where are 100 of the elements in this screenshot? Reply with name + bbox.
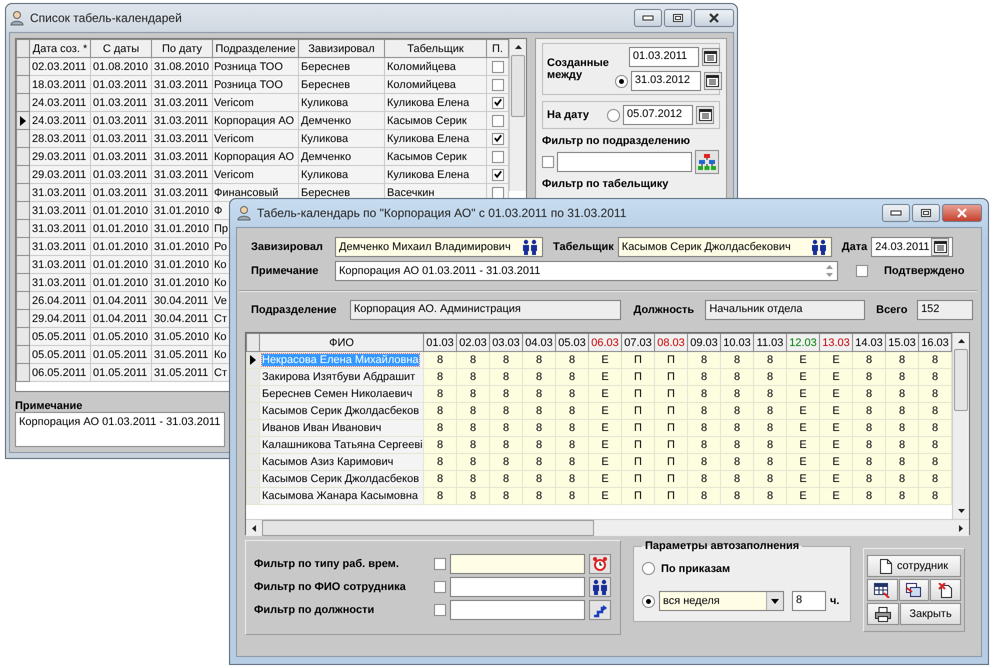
employee-name-cell[interactable]: Касымов Азиз Каримович [260,454,424,470]
horizontal-scrollbar[interactable] [246,519,969,536]
hours-cell[interactable]: 8 [424,488,456,504]
hours-cell[interactable]: 8 [424,386,456,402]
hours-cell[interactable]: 8 [688,454,720,470]
hours-cell[interactable]: 8 [490,454,522,470]
hours-cell[interactable]: 8 [456,454,490,470]
hours-cell[interactable]: Е [588,386,622,402]
column-header[interactable]: 12.03 [786,334,820,352]
hours-cell[interactable]: П [622,402,654,420]
hours-cell[interactable]: 8 [522,470,556,488]
hours-cell[interactable]: 8 [522,436,556,454]
column-header[interactable]: Подразделение [212,40,298,58]
hours-cell[interactable]: 8 [456,436,490,454]
hours-cell[interactable]: 8 [522,420,556,436]
hours-cell[interactable]: Е [820,386,852,402]
hours-cell[interactable]: 8 [918,352,952,368]
hours-cell[interactable]: Е [588,470,622,488]
filter-button[interactable] [589,577,611,597]
radio-button[interactable] [607,108,620,122]
org-chart-button[interactable] [695,150,719,174]
hours-cell[interactable]: 8 [456,352,490,368]
hours-cell[interactable]: 8 [556,488,588,504]
hours-cell[interactable]: 8 [754,352,786,368]
employee-name-cell[interactable]: Береснев Семен Николаевич [260,386,424,402]
hours-cell[interactable]: 8 [720,368,754,386]
hours-cell[interactable]: 8 [556,470,588,488]
hours-cell[interactable]: 8 [852,470,886,488]
hours-cell[interactable]: 8 [522,352,556,368]
hours-cell[interactable]: Е [820,470,852,488]
hours-cell[interactable]: 8 [556,368,588,386]
delete-button[interactable] [930,579,962,601]
hours-cell[interactable]: 8 [688,436,720,454]
hours-cell[interactable]: П [622,470,654,488]
hours-cell[interactable]: 8 [886,402,918,420]
hours-cell[interactable]: 8 [918,402,952,420]
hours-cell[interactable]: 8 [424,454,456,470]
filter-field[interactable] [450,600,585,620]
hours-cell[interactable]: 8 [886,454,918,470]
date-field[interactable]: 05.07.2012 [623,105,693,125]
column-header[interactable]: ФИО [260,334,424,352]
hours-cell[interactable]: 8 [424,368,456,386]
hours-cell[interactable]: 8 [852,420,886,436]
date-field[interactable]: 31.03.2012 [630,71,701,91]
hours-cell[interactable]: Е [786,402,820,420]
hours-cell[interactable]: Е [588,488,622,504]
hours-cell[interactable]: 8 [490,402,522,420]
hours-cell[interactable]: 8 [754,386,786,402]
hours-cell[interactable]: П [622,488,654,504]
hours-cell[interactable]: 8 [490,352,522,368]
hours-cell[interactable]: 8 [688,402,720,420]
hours-cell[interactable]: 8 [720,352,754,368]
hours-cell[interactable]: П [622,352,654,368]
filter-field[interactable] [450,554,585,574]
checkbox[interactable] [492,114,504,127]
hours-cell[interactable]: 8 [886,470,918,488]
hours-cell[interactable]: 8 [688,420,720,436]
hours-cell[interactable]: П [654,488,688,504]
column-header[interactable]: 03.03 [490,334,522,352]
close-button[interactable] [942,204,982,222]
hours-cell[interactable]: П [654,402,688,420]
hours-cell[interactable]: 8 [490,436,522,454]
schedule-dropdown[interactable]: вся неделя [659,591,784,611]
hours-cell[interactable]: 8 [720,454,754,470]
checkbox[interactable] [856,265,868,277]
hours-cell[interactable]: 8 [886,386,918,402]
filter-button[interactable] [589,600,611,620]
minimize-button[interactable] [882,204,910,222]
hours-cell[interactable]: 8 [522,402,556,420]
hours-cell[interactable]: 8 [522,488,556,504]
checkbox[interactable] [492,78,504,91]
hours-cell[interactable]: 8 [754,470,786,488]
hours-cell[interactable]: 8 [886,488,918,504]
hours-cell[interactable]: 8 [688,386,720,402]
hours-cell[interactable]: 8 [424,352,456,368]
column-header[interactable]: 01.03 [424,334,456,352]
column-header[interactable]: Табельщик [384,40,486,58]
hours-cell[interactable]: 8 [424,436,456,454]
hours-cell[interactable]: 8 [720,436,754,454]
print-button[interactable] [867,603,899,625]
hours-cell[interactable]: 8 [522,386,556,402]
hours-cell[interactable]: Е [786,488,820,504]
hours-cell[interactable]: П [622,386,654,402]
hours-cell[interactable]: 8 [688,352,720,368]
hours-cell[interactable]: П [654,352,688,368]
checkbox[interactable] [434,558,446,570]
row-header[interactable] [16,112,30,130]
minimize-button[interactable] [634,9,662,27]
hours-cell[interactable]: 8 [918,488,952,504]
hours-cell[interactable]: Е [588,368,622,386]
maximize-button[interactable] [664,9,692,27]
hours-cell[interactable]: Е [588,454,622,470]
hours-cell[interactable]: 8 [852,454,886,470]
hours-cell[interactable]: Е [588,436,622,454]
hours-cell[interactable]: 8 [522,454,556,470]
hours-cell[interactable]: 8 [754,454,786,470]
hours-cell[interactable]: 8 [456,470,490,488]
hours-cell[interactable]: Е [820,420,852,436]
hours-cell[interactable]: 8 [490,368,522,386]
hours-cell[interactable]: 8 [424,420,456,436]
